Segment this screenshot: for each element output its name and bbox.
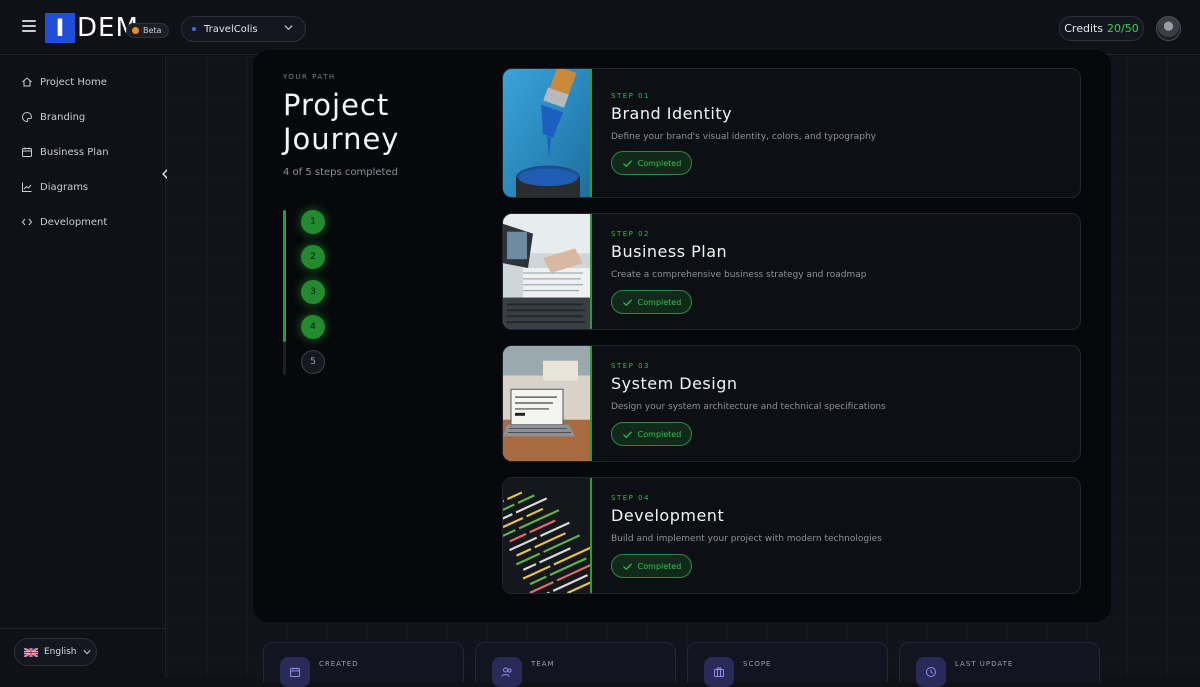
avatar[interactable] <box>1156 16 1181 41</box>
journey-progress-text: 4 of 5 steps completed <box>283 167 398 178</box>
card-accent-bar <box>590 69 592 197</box>
stat-label: TEAM <box>531 660 555 668</box>
stat-card-team: TEAM <box>475 642 676 687</box>
step-indicator-3[interactable]: 3 <box>301 280 325 304</box>
beta-label: Beta <box>143 26 162 35</box>
users-icon <box>492 657 522 687</box>
check-icon <box>622 298 632 306</box>
step-indicator-5[interactable]: 5 <box>301 350 325 374</box>
palette-icon <box>22 111 33 123</box>
step-description: Define your brand's visual identity, col… <box>611 132 876 142</box>
step-label: STEP 01 <box>611 92 650 100</box>
step-title: System Design <box>611 374 738 393</box>
progress-rail-fill <box>283 210 286 342</box>
step-title: Brand Identity <box>611 104 733 123</box>
code-screen-photo <box>503 478 590 593</box>
step-card-brand-identity[interactable]: STEP 01 Brand Identity Define your brand… <box>502 68 1081 198</box>
step-title: Business Plan <box>611 242 728 261</box>
sidebar-item-label: Development <box>40 216 108 228</box>
stat-card-scope: SCOPE <box>687 642 888 687</box>
project-name: TravelColis <box>204 23 258 35</box>
step-card-system-design[interactable]: STEP 03 System Design Design your system… <box>502 345 1081 462</box>
beta-badge: Beta <box>126 23 170 38</box>
calendar-icon <box>280 657 310 687</box>
step-title: Development <box>611 506 725 525</box>
card-accent-bar <box>590 214 592 329</box>
clock-icon <box>916 657 946 687</box>
chevron-down-icon <box>284 25 293 31</box>
project-selector[interactable]: TravelColis <box>181 16 306 42</box>
laptop-design-photo <box>503 346 590 461</box>
status-label: Completed <box>637 297 682 307</box>
stat-label: LAST UPDATE <box>955 660 1014 668</box>
status-badge: Completed <box>611 290 692 314</box>
step-label: STEP 03 <box>611 362 650 370</box>
step-description: Create a comprehensive business strategy… <box>611 270 867 280</box>
check-icon <box>622 159 632 167</box>
sidebar-item-label: Branding <box>40 111 86 123</box>
credits-badge: Credits 20/50 <box>1059 16 1144 41</box>
status-badge: Completed <box>611 554 692 578</box>
app-logo[interactable]: I DEM <box>45 13 139 43</box>
page-title: Project Journey <box>283 88 400 156</box>
status-label: Completed <box>637 158 682 168</box>
card-accent-bar <box>590 346 592 461</box>
menu-icon[interactable] <box>22 20 36 32</box>
card-accent-bar <box>590 478 592 593</box>
chevron-down-icon <box>82 650 91 655</box>
step-description: Build and implement your project with mo… <box>611 534 882 544</box>
top-bar: I DEM Beta TravelColis Credits 20/50 <box>0 0 1200 55</box>
sidebar-item-business-plan[interactable]: Business Plan <box>21 143 109 161</box>
sidebar-item-label: Diagrams <box>40 181 89 193</box>
stat-label: SCOPE <box>743 660 772 668</box>
status-badge: Completed <box>611 151 692 175</box>
progress-rail <box>283 210 286 375</box>
step-card-business-plan[interactable]: STEP 02 Business Plan Create a comprehen… <box>502 213 1081 330</box>
code-icon <box>21 218 33 226</box>
sidebar-item-development[interactable]: Development <box>21 213 107 231</box>
project-dot-icon <box>192 27 196 31</box>
logo-mark: I <box>45 13 75 43</box>
check-icon <box>622 430 632 438</box>
stat-card-created: CREATED <box>263 642 464 687</box>
stat-card-last-update: LAST UPDATE <box>899 642 1100 687</box>
briefcase-icon <box>704 657 734 687</box>
status-label: Completed <box>637 561 682 571</box>
step-description: Design your system architecture and tech… <box>611 402 886 412</box>
sidebar-item-diagrams[interactable]: Diagrams <box>21 178 88 196</box>
language-label: English <box>44 647 77 657</box>
status-badge: Completed <box>611 422 692 446</box>
home-icon <box>22 77 32 87</box>
beta-dot-icon <box>132 27 139 34</box>
journey-eyebrow: YOUR PATH <box>283 73 336 81</box>
stat-label: CREATED <box>319 660 359 668</box>
step-indicator-1[interactable]: 1 <box>301 210 325 234</box>
credits-value: 20/50 <box>1107 22 1139 35</box>
sidebar-item-branding[interactable]: Branding <box>21 108 85 126</box>
step-label: STEP 02 <box>611 230 650 238</box>
step-label: STEP 04 <box>611 494 650 502</box>
step-indicator-2[interactable]: 2 <box>301 245 325 269</box>
step-card-development[interactable]: STEP 04 Development Build and implement … <box>502 477 1081 594</box>
language-selector[interactable]: English <box>14 638 97 666</box>
step-indicator-4[interactable]: 4 <box>301 315 325 339</box>
chart-icon <box>22 182 32 192</box>
credits-label: Credits <box>1064 22 1104 35</box>
laptop-desk-photo <box>503 214 590 329</box>
sidebar-item-label: Project Home <box>40 76 107 88</box>
sidebar-item-project-home[interactable]: Project Home <box>21 73 107 91</box>
main-content: YOUR PATH Project Journey 4 of 5 steps c… <box>167 50 1200 687</box>
sidebar-item-label: Business Plan <box>40 146 109 158</box>
paint-brush-photo <box>503 69 590 197</box>
check-icon <box>622 562 632 570</box>
sidebar-divider <box>0 628 166 629</box>
status-label: Completed <box>637 429 682 439</box>
calendar-icon <box>22 147 32 157</box>
uk-flag-icon <box>24 647 38 657</box>
sidebar: Project Home Branding Business Plan Diag… <box>0 56 169 678</box>
